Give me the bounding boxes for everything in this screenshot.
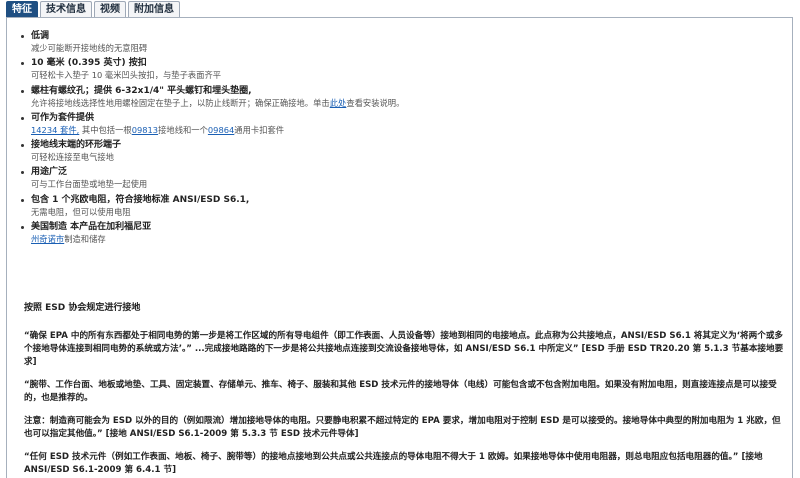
tab-bar: 特征 技术信息 视频 附加信息: [6, 1, 180, 18]
list-item: 可作为套件提供 14234 套件, 其中包括一根09813接地线和一个09864…: [19, 112, 779, 139]
paragraph: “任何 ESD 技术元件（例如工作表面、地板、椅子、腕带等）的接地点接地到公共点…: [24, 452, 763, 475]
list-item: 螺柱有螺纹孔；提供 6-32x1/4" 平头螺钉和埋头垫圈, 允许将接地线选择性…: [19, 85, 779, 112]
tab-video[interactable]: 视频: [94, 1, 126, 17]
list-item: 用途广泛 可与工作台面垫或地垫一起使用: [19, 166, 779, 193]
feature-title: 用途广泛: [31, 167, 68, 178]
feature-desc: 允许将接地线选择性地用螺栓固定在垫子上，以防止线断开；确保正确接地。单击此处查看…: [31, 97, 779, 110]
list-item: 10 毫米 (0.395 英寸) 按扣 可轻松卡入垫子 10 毫米凹头按扣，与垫…: [19, 57, 779, 84]
paragraph: 注意：制造商可能会为 ESD 以外的目的（例如限流）增加接地导体的电阻。只要静电…: [24, 416, 781, 439]
feature-desc-text: 制造和储存: [64, 234, 106, 245]
feature-title: 接地线末端的环形端子: [31, 140, 122, 151]
paragraph: “腕带、工作台面、地板或地垫、工具、固定装置、存储单元、推车、椅子、服装和其他 …: [24, 380, 777, 403]
feature-title: 包含 1 个兆欧电阻，符合接地标准 ANSI/ESD S6.1,: [31, 194, 250, 205]
feature-title: 螺柱有螺纹孔；提供 6-32x1/4" 平头螺钉和埋头垫圈,: [31, 85, 252, 96]
install-instructions-link[interactable]: 此处: [330, 98, 347, 108]
tab-panel: 低调 减少可能断开接地线的无意阻碍 10 毫米 (0.395 英寸) 按扣 可轻…: [6, 17, 793, 478]
feature-desc: 州奇诺市制造和储存: [31, 233, 779, 246]
feature-desc: 可与工作台面垫或地垫一起使用: [31, 179, 148, 190]
feature-desc-text: 接地线和一个: [158, 124, 208, 135]
feature-desc: 减少可能断开接地线的无意阻碍: [31, 43, 148, 53]
list-item: 接地线末端的环形端子 可轻松连接至电气接地: [19, 139, 779, 166]
feature-title: 10 毫米 (0.395 英寸) 按扣: [31, 58, 147, 69]
feature-title: 美国制造 本产品在加利福尼亚: [31, 222, 152, 233]
feature-desc-text: 通用卡扣套件: [234, 124, 285, 135]
section-heading: 按照 ESD 协会规定进行接地: [24, 303, 141, 313]
chino-ca-link[interactable]: 州奇诺市: [31, 234, 64, 244]
feature-desc: 无需电阻，但可以使用电阻: [31, 206, 131, 217]
feature-desc-text: 查看安装说明。: [346, 97, 405, 108]
list-item: 包含 1 个兆欧电阻，符合接地标准 ANSI/ESD S6.1, 无需电阻，但可…: [19, 194, 779, 221]
feature-list: 低调 减少可能断开接地线的无意阻碍 10 毫米 (0.395 英寸) 按扣 可轻…: [19, 30, 779, 248]
tab-additional-info[interactable]: 附加信息: [128, 1, 180, 17]
list-item: 低调 减少可能断开接地线的无意阻碍: [19, 30, 779, 57]
feature-title: 可作为套件提供: [31, 112, 95, 123]
list-item: 美国制造 本产品在加利福尼亚 州奇诺市制造和储存: [19, 221, 779, 248]
feature-desc: 可轻松卡入垫子 10 毫米凹头按扣，与垫子表面齐平: [31, 70, 222, 81]
ground-cord-09813-link[interactable]: 09813: [132, 125, 158, 135]
tab-features[interactable]: 特征: [6, 1, 38, 17]
kit-14234-link[interactable]: 14234 套件,: [31, 125, 79, 135]
snap-kit-09864-link[interactable]: 09864: [208, 125, 234, 135]
feature-desc-text: 允许将接地线选择性地用螺栓固定在垫子上，以防止线断开；确保正确接地。单击: [31, 97, 330, 108]
feature-desc: 14234 套件, 其中包括一根09813接地线和一个09864通用卡扣套件: [31, 124, 779, 137]
paragraph: “确保 EPA 中的所有东西都处于相同电势的第一步是将工作区域的所有导电组件（即…: [24, 331, 784, 367]
tab-technical-info[interactable]: 技术信息: [40, 1, 92, 17]
feature-title: 低调: [31, 31, 50, 41]
feature-desc: 可轻松连接至电气接地: [31, 152, 114, 163]
feature-desc-text: 其中包括一根: [79, 124, 132, 135]
